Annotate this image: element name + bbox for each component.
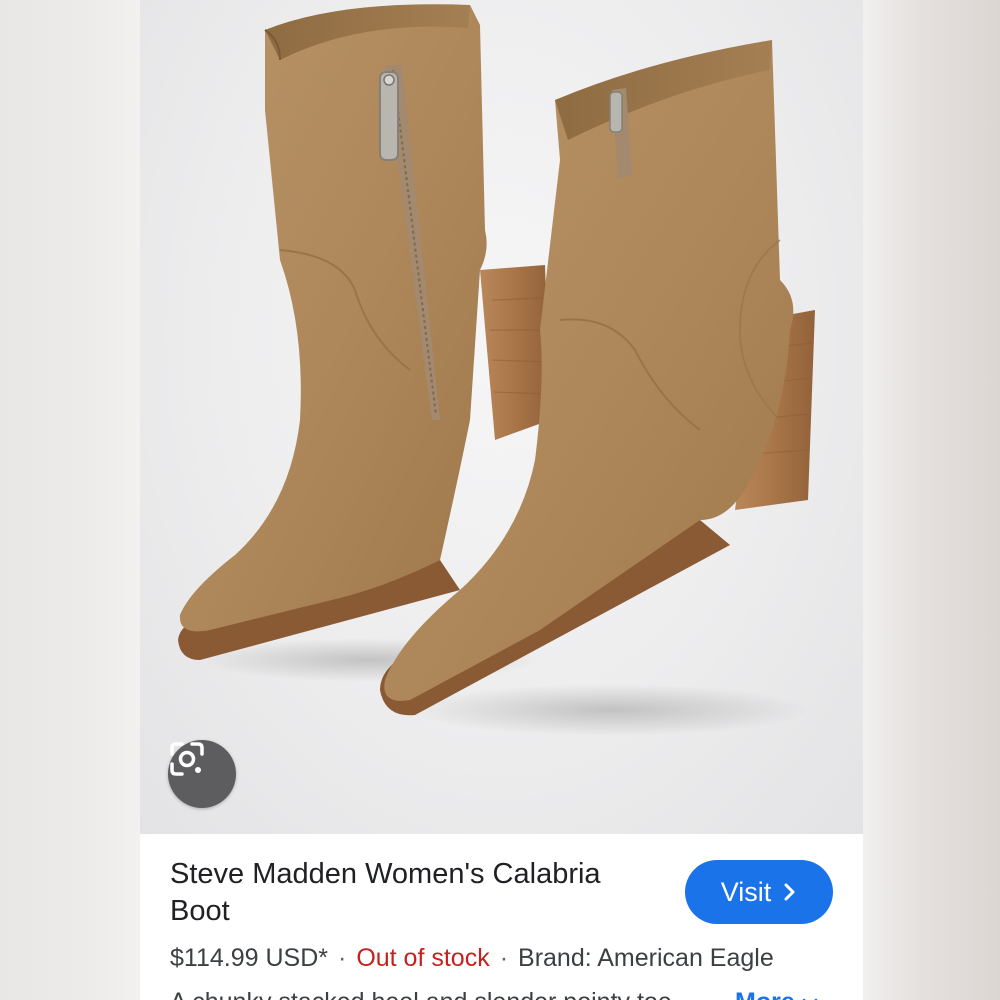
stock-status: Out of stock (356, 944, 490, 972)
separator: · (499, 944, 509, 972)
chevron-right-icon (784, 883, 795, 901)
product-info: Steve Madden Women's Calabria Boot Visit… (140, 834, 863, 1000)
brand: Brand: American Eagle (518, 944, 774, 972)
price: $114.99 USD* (170, 944, 328, 972)
background-blur-left (0, 0, 140, 1000)
separator: · (337, 944, 347, 972)
product-result-card: Steve Madden Women's Calabria Boot Visit… (140, 0, 863, 1000)
product-title[interactable]: Steve Madden Women's Calabria Boot (170, 856, 650, 930)
more-link[interactable]: More (735, 986, 818, 1000)
google-lens-icon (170, 742, 204, 776)
visit-button[interactable]: Visit (685, 860, 833, 924)
visit-label: Visit (720, 876, 772, 907)
boots-illustration (178, 4, 815, 736)
description-text: A chunky stacked heel and slender pointy… (170, 988, 700, 1000)
background-blur-right (863, 0, 1000, 1000)
product-description: A chunky stacked heel and slender pointy… (170, 986, 863, 1000)
google-lens-button[interactable] (168, 740, 236, 808)
more-label: More (735, 988, 795, 1000)
product-image[interactable] (140, 0, 863, 834)
product-meta: $114.99 USD* · Out of stock · Brand: America… (170, 942, 774, 974)
